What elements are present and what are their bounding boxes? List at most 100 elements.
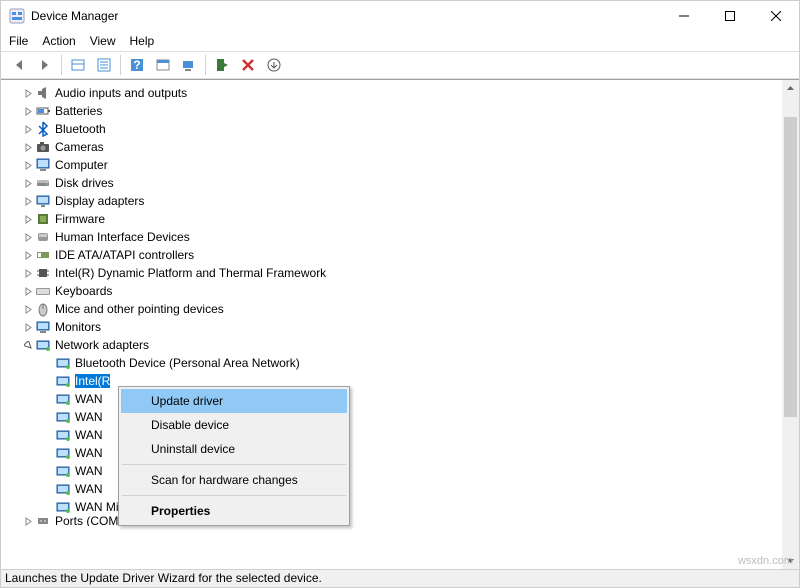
tree-label: WAN xyxy=(75,464,103,478)
collapse-twisty-icon[interactable] xyxy=(21,323,35,332)
vertical-scrollbar[interactable] xyxy=(782,80,799,569)
firmware-icon xyxy=(35,211,51,227)
tree-category[interactable]: Intel(R) Dynamic Platform and Thermal Fr… xyxy=(1,264,799,282)
context-menu-label: Scan for hardware changes xyxy=(151,473,298,487)
tree-label: Computer xyxy=(55,158,108,172)
collapse-twisty-icon[interactable] xyxy=(21,233,35,242)
mouse-icon xyxy=(35,301,51,317)
tree-label: Cameras xyxy=(55,140,104,154)
back-button[interactable] xyxy=(7,53,31,77)
tree-label: IDE ATA/ATAPI controllers xyxy=(55,248,194,262)
tree-category[interactable]: Bluetooth xyxy=(1,120,799,138)
show-hidden-button[interactable] xyxy=(66,53,90,77)
tree-label: Intel(R) Dynamic Platform and Thermal Fr… xyxy=(55,266,326,280)
menu-help[interactable]: Help xyxy=(130,34,155,48)
help-button[interactable]: ? xyxy=(125,53,149,77)
context-menu-item[interactable]: Update driver xyxy=(121,389,347,413)
tree-category[interactable]: Batteries xyxy=(1,102,799,120)
context-menu-label: Properties xyxy=(151,504,210,518)
tree-pane: Audio inputs and outputsBatteriesBluetoo… xyxy=(1,79,799,569)
status-bar: Launches the Update Driver Wizard for th… xyxy=(1,569,799,587)
action-button[interactable] xyxy=(151,53,175,77)
scroll-up-button[interactable] xyxy=(782,80,799,97)
collapse-twisty-icon[interactable] xyxy=(21,197,35,206)
tree-label: Firmware xyxy=(55,212,105,226)
monitor-icon xyxy=(35,319,51,335)
collapse-twisty-icon[interactable] xyxy=(21,89,35,98)
watermark: wsxdn.com xyxy=(738,555,793,567)
tree-category[interactable]: Audio inputs and outputs xyxy=(1,84,799,102)
maximize-button[interactable] xyxy=(707,1,753,31)
collapse-twisty-icon[interactable] xyxy=(21,251,35,260)
ide-icon xyxy=(35,247,51,263)
collapse-twisty-icon[interactable] xyxy=(21,517,35,526)
tree-category[interactable]: Cameras xyxy=(1,138,799,156)
tree-category[interactable]: Mice and other pointing devices xyxy=(1,300,799,318)
tree-category[interactable]: Firmware xyxy=(1,210,799,228)
audio-icon xyxy=(35,85,51,101)
context-menu-item[interactable]: Scan for hardware changes xyxy=(121,468,347,492)
collapse-twisty-icon[interactable] xyxy=(21,143,35,152)
menu-file[interactable]: File xyxy=(9,34,28,48)
context-menu-separator xyxy=(122,464,346,465)
network-icon xyxy=(35,337,51,353)
properties-button[interactable] xyxy=(92,53,116,77)
expand-twisty-icon[interactable] xyxy=(21,341,35,350)
close-button[interactable] xyxy=(753,1,799,31)
tree-label: WAN xyxy=(75,446,103,460)
context-menu-item[interactable]: Uninstall device xyxy=(121,437,347,461)
scan-button[interactable] xyxy=(177,53,201,77)
menu-view[interactable]: View xyxy=(90,34,116,48)
menu-bar: File Action View Help xyxy=(1,31,799,51)
tree-label: Display adapters xyxy=(55,194,144,208)
tree-category[interactable]: Monitors xyxy=(1,318,799,336)
toolbar: ? xyxy=(1,51,799,79)
context-menu-label: Update driver xyxy=(151,394,223,408)
display-icon xyxy=(35,193,51,209)
context-menu-label: Uninstall device xyxy=(151,442,235,456)
tree-label: Bluetooth Device (Personal Area Network) xyxy=(75,356,300,370)
tree-label: Monitors xyxy=(55,320,101,334)
tree-label: Disk drives xyxy=(55,176,114,190)
collapse-twisty-icon[interactable] xyxy=(21,215,35,224)
network-icon xyxy=(55,355,71,371)
collapse-twisty-icon[interactable] xyxy=(21,161,35,170)
tree-category[interactable]: Human Interface Devices xyxy=(1,228,799,246)
collapse-twisty-icon[interactable] xyxy=(21,269,35,278)
computer-icon xyxy=(35,157,51,173)
tree-label: Intel(R xyxy=(75,374,110,388)
tree-label: Keyboards xyxy=(55,284,112,298)
update-button[interactable] xyxy=(262,53,286,77)
collapse-twisty-icon[interactable] xyxy=(21,305,35,314)
tree-device[interactable]: Bluetooth Device (Personal Area Network) xyxy=(55,354,799,372)
tree-category[interactable]: Keyboards xyxy=(1,282,799,300)
tree-category[interactable]: Display adapters xyxy=(1,192,799,210)
network-icon xyxy=(55,409,71,425)
context-menu: Update driver Disable device Uninstall dev… xyxy=(118,386,350,526)
tree-category[interactable]: Disk drives xyxy=(1,174,799,192)
tree-label: Mice and other pointing devices xyxy=(55,302,224,316)
collapse-twisty-icon[interactable] xyxy=(21,287,35,296)
collapse-twisty-icon[interactable] xyxy=(21,107,35,116)
uninstall-button[interactable] xyxy=(236,53,260,77)
network-icon xyxy=(55,427,71,443)
window-title: Device Manager xyxy=(31,9,661,23)
tree-label: WAN xyxy=(75,482,103,496)
minimize-button[interactable] xyxy=(661,1,707,31)
network-icon xyxy=(55,499,71,515)
collapse-twisty-icon[interactable] xyxy=(21,179,35,188)
tree-category[interactable]: Network adapters xyxy=(1,336,799,354)
hid-icon xyxy=(35,229,51,245)
context-menu-item[interactable]: Properties xyxy=(121,499,347,523)
context-menu-item[interactable]: Disable device xyxy=(121,413,347,437)
bluetooth-icon xyxy=(35,121,51,137)
port-icon xyxy=(35,516,51,526)
scroll-thumb[interactable] xyxy=(784,117,797,417)
menu-action[interactable]: Action xyxy=(42,34,75,48)
collapse-twisty-icon[interactable] xyxy=(21,125,35,134)
forward-button[interactable] xyxy=(33,53,57,77)
tree-label: WAN xyxy=(75,392,103,406)
tree-category[interactable]: Computer xyxy=(1,156,799,174)
enable-button[interactable] xyxy=(210,53,234,77)
tree-category[interactable]: IDE ATA/ATAPI controllers xyxy=(1,246,799,264)
